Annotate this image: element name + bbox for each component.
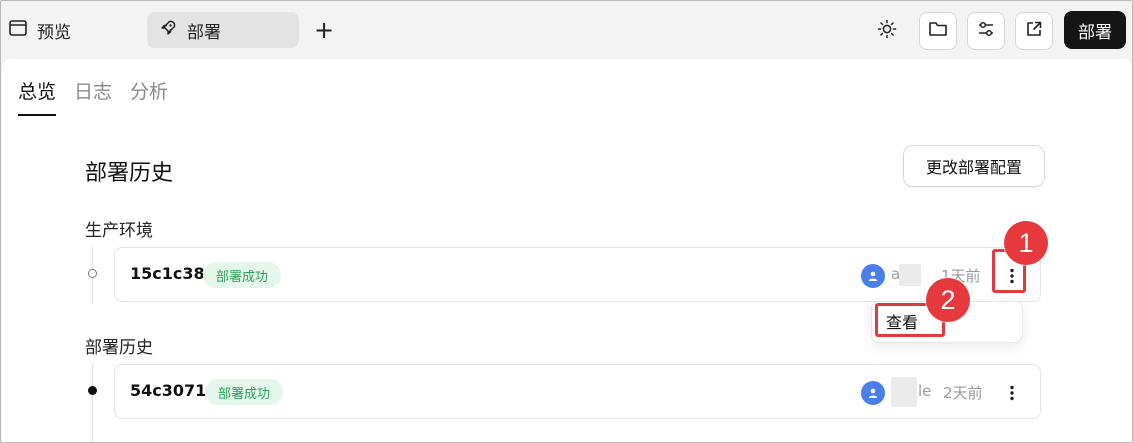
deploy-button[interactable]: 部署 [1064, 11, 1126, 49]
redacted-name [891, 377, 917, 407]
deployment-row-history[interactable]: 54c3071 部署成功 le 2天前 [114, 364, 1041, 419]
add-tab-button[interactable]: + [311, 15, 337, 45]
status-badge: 部署成功 [203, 262, 282, 288]
tab-preview[interactable]: 预览 [9, 15, 71, 45]
subtab-bar: 总览 日志 分析 [18, 77, 168, 116]
tab-deploy[interactable]: 部署 [147, 12, 299, 48]
annotation-marker-2: 2 [926, 278, 970, 322]
theme-toggle-button[interactable] [871, 15, 903, 47]
change-deploy-config-button[interactable]: 更改部署配置 [903, 145, 1045, 187]
page-title: 部署历史 [85, 161, 174, 186]
user-icon [868, 271, 878, 281]
tab-deploy-label: 部署 [187, 22, 221, 43]
commit-hash[interactable]: 54c3071 [130, 381, 206, 400]
timeline-line [92, 363, 93, 442]
tab-analytics[interactable]: 分析 [130, 77, 168, 116]
production-label: 生产环境 [85, 221, 153, 241]
tab-logs[interactable]: 日志 [74, 77, 112, 116]
deploy-time: 2天前 [943, 384, 983, 402]
history-label: 部署历史 [85, 338, 153, 358]
top-bar: 预览 部署 + 部署 [1, 1, 1132, 59]
rocket-icon [159, 19, 177, 42]
avatar [861, 264, 885, 288]
commit-hash[interactable]: 15c1c38 [130, 264, 205, 283]
settings-sliders-button[interactable] [967, 12, 1005, 50]
open-external-button[interactable] [1015, 12, 1053, 50]
folder-button[interactable] [919, 12, 957, 50]
deployment-row-production[interactable]: 15c1c38 部署成功 a e 1天前 [114, 247, 1041, 302]
annotation-marker-1: 1 [1004, 221, 1048, 265]
tab-overview[interactable]: 总览 [18, 77, 57, 116]
sliders-icon [976, 20, 996, 42]
folder-icon [928, 20, 948, 42]
user-icon [868, 388, 878, 398]
tab-preview-label: 预览 [37, 22, 71, 43]
main-panel: 总览 日志 分析 部署历史 更改部署配置 生产环境 15c1c38 部署成功 a… [2, 59, 1132, 442]
redacted-name [899, 264, 921, 286]
user-name: le [918, 382, 932, 400]
more-vertical-icon [1010, 385, 1014, 401]
external-link-icon [1025, 20, 1043, 42]
app-window: 预览 部署 + 部署 总览 日志 分析 部署历史 更改部署配置 生产环境 15c… [0, 0, 1133, 443]
more-options-button[interactable] [1000, 379, 1024, 407]
timeline-dot [88, 386, 97, 395]
avatar [861, 381, 885, 405]
timeline-dot [88, 269, 97, 278]
sun-icon [877, 19, 897, 43]
browser-window-icon [9, 19, 27, 41]
status-badge: 部署成功 [205, 379, 284, 405]
